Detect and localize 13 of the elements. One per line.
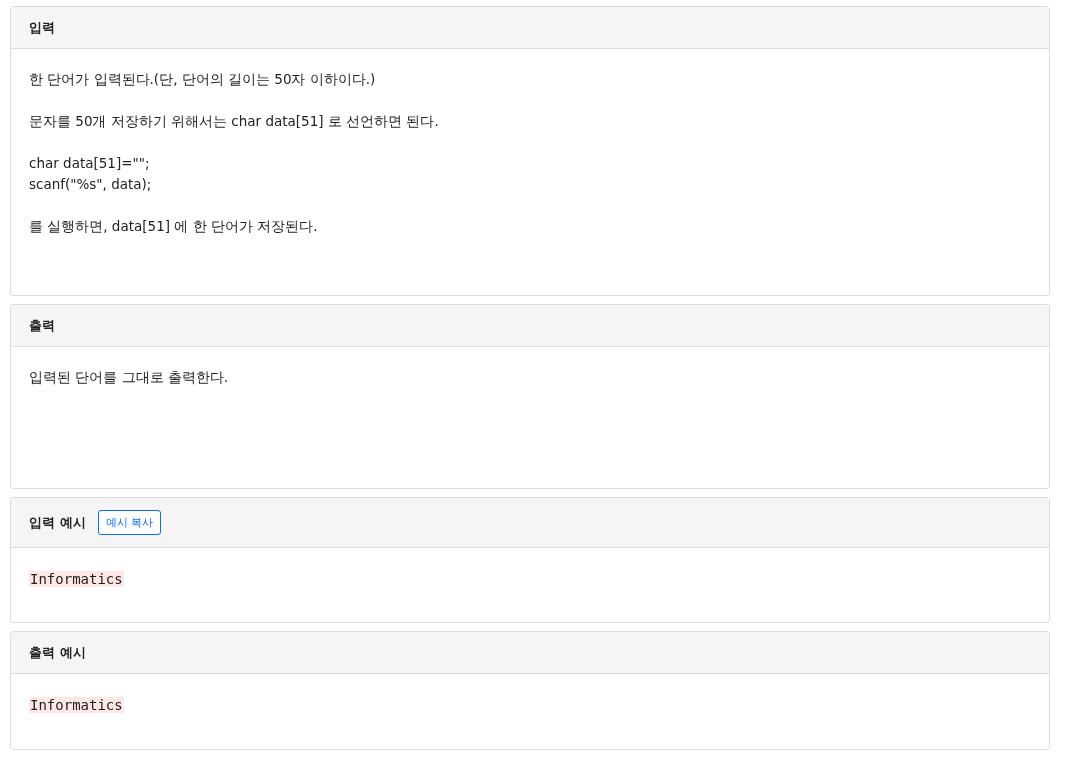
sample-code: Informatics — [29, 571, 124, 587]
description-text: scanf("%s", data); — [29, 175, 153, 194]
panel-title: 출력 — [29, 316, 55, 335]
description-text: 를 실행하면, data[51] 에 한 단어가 저장된다. — [29, 217, 319, 236]
copy-example-button[interactable]: 예시 복사 — [97, 510, 162, 535]
description-text: 문자를 50개 저장하기 위해서는 char data[51] 로 선언하면 된다. — [29, 112, 440, 131]
sample-code: Informatics — [29, 697, 124, 713]
panel-title: 출력 예시 — [29, 643, 86, 662]
panel-title: 입력 — [29, 18, 55, 37]
description-text: char data[51]=""; — [29, 154, 151, 173]
description-text: 입력된 단어를 그대로 출력한다. — [29, 368, 230, 387]
description-text: 한 단어가 입력된다.(단, 단어의 길이는 50자 이하이다.) — [29, 70, 377, 89]
panel-title: 입력 예시 — [29, 513, 86, 532]
